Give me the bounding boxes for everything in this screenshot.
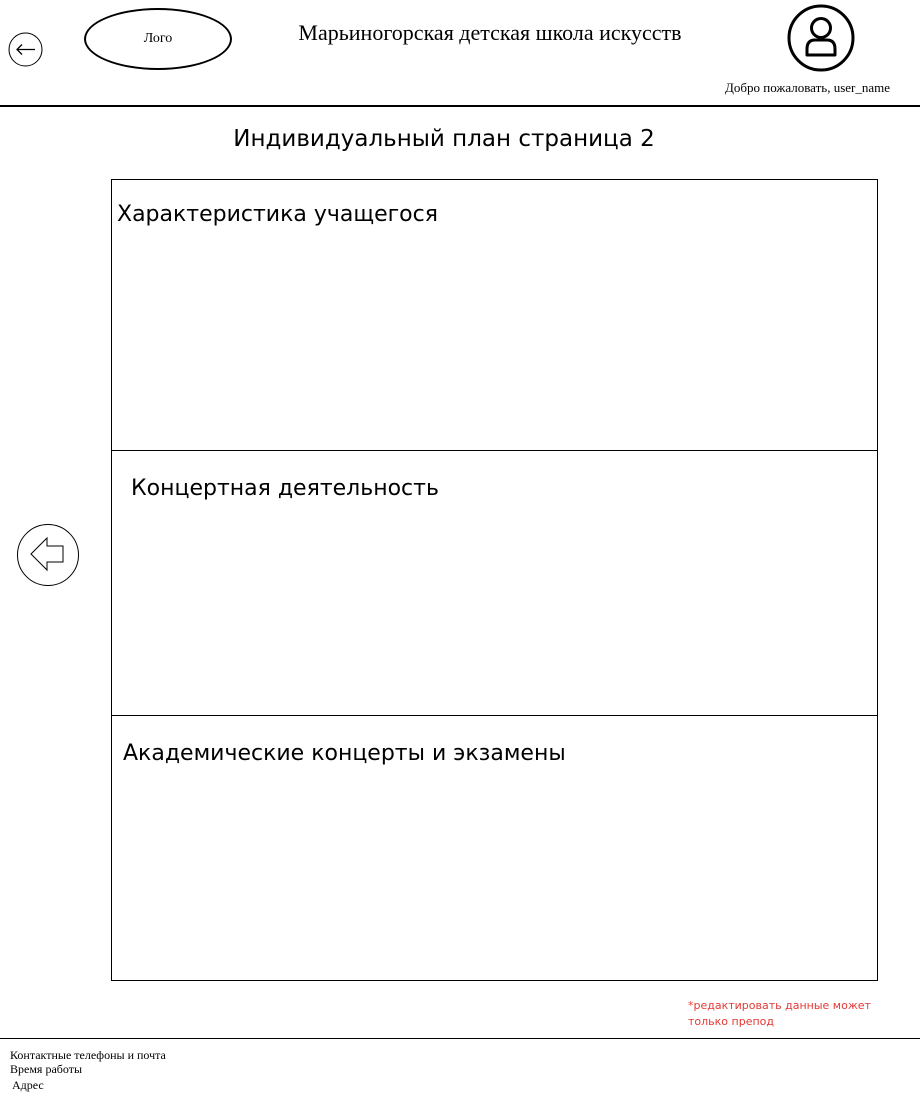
section-title: Характеристика учащегося: [117, 202, 438, 227]
footer-contacts: Контактные телефоны и почта: [10, 1048, 166, 1062]
arrow-left-icon: [8, 32, 43, 67]
header-divider: [0, 105, 920, 107]
footer-divider: [0, 1038, 920, 1039]
school-title: Марьиногорская детская школа искусств: [298, 20, 682, 45]
previous-page-button[interactable]: [16, 523, 80, 587]
section-title: Концертная деятельность: [131, 476, 439, 501]
footer-address: Адрес: [12, 1078, 44, 1092]
section-student-characteristics[interactable]: Характеристика учащегося: [111, 179, 878, 451]
page-title: Индивидуальный план страница 2: [233, 126, 655, 152]
section-concert-activity[interactable]: Концертная деятельность: [111, 450, 878, 716]
user-icon: [787, 4, 855, 72]
avatar[interactable]: [787, 4, 855, 72]
welcome-text: Добро пожаловать, user_name: [725, 80, 891, 95]
arrow-left-outline-icon: [17, 524, 79, 586]
logo-label: Лого: [143, 31, 173, 46]
section-academic-concerts-exams[interactable]: Академические концерты и экзамены: [111, 716, 878, 981]
logo[interactable]: Лого: [84, 8, 232, 70]
section-title: Академические концерты и экзамены: [123, 741, 566, 766]
back-button[interactable]: [8, 32, 43, 67]
edit-permission-note: *редактировать данные может только препо…: [688, 999, 871, 1028]
footer-hours: Время работы: [10, 1062, 83, 1076]
